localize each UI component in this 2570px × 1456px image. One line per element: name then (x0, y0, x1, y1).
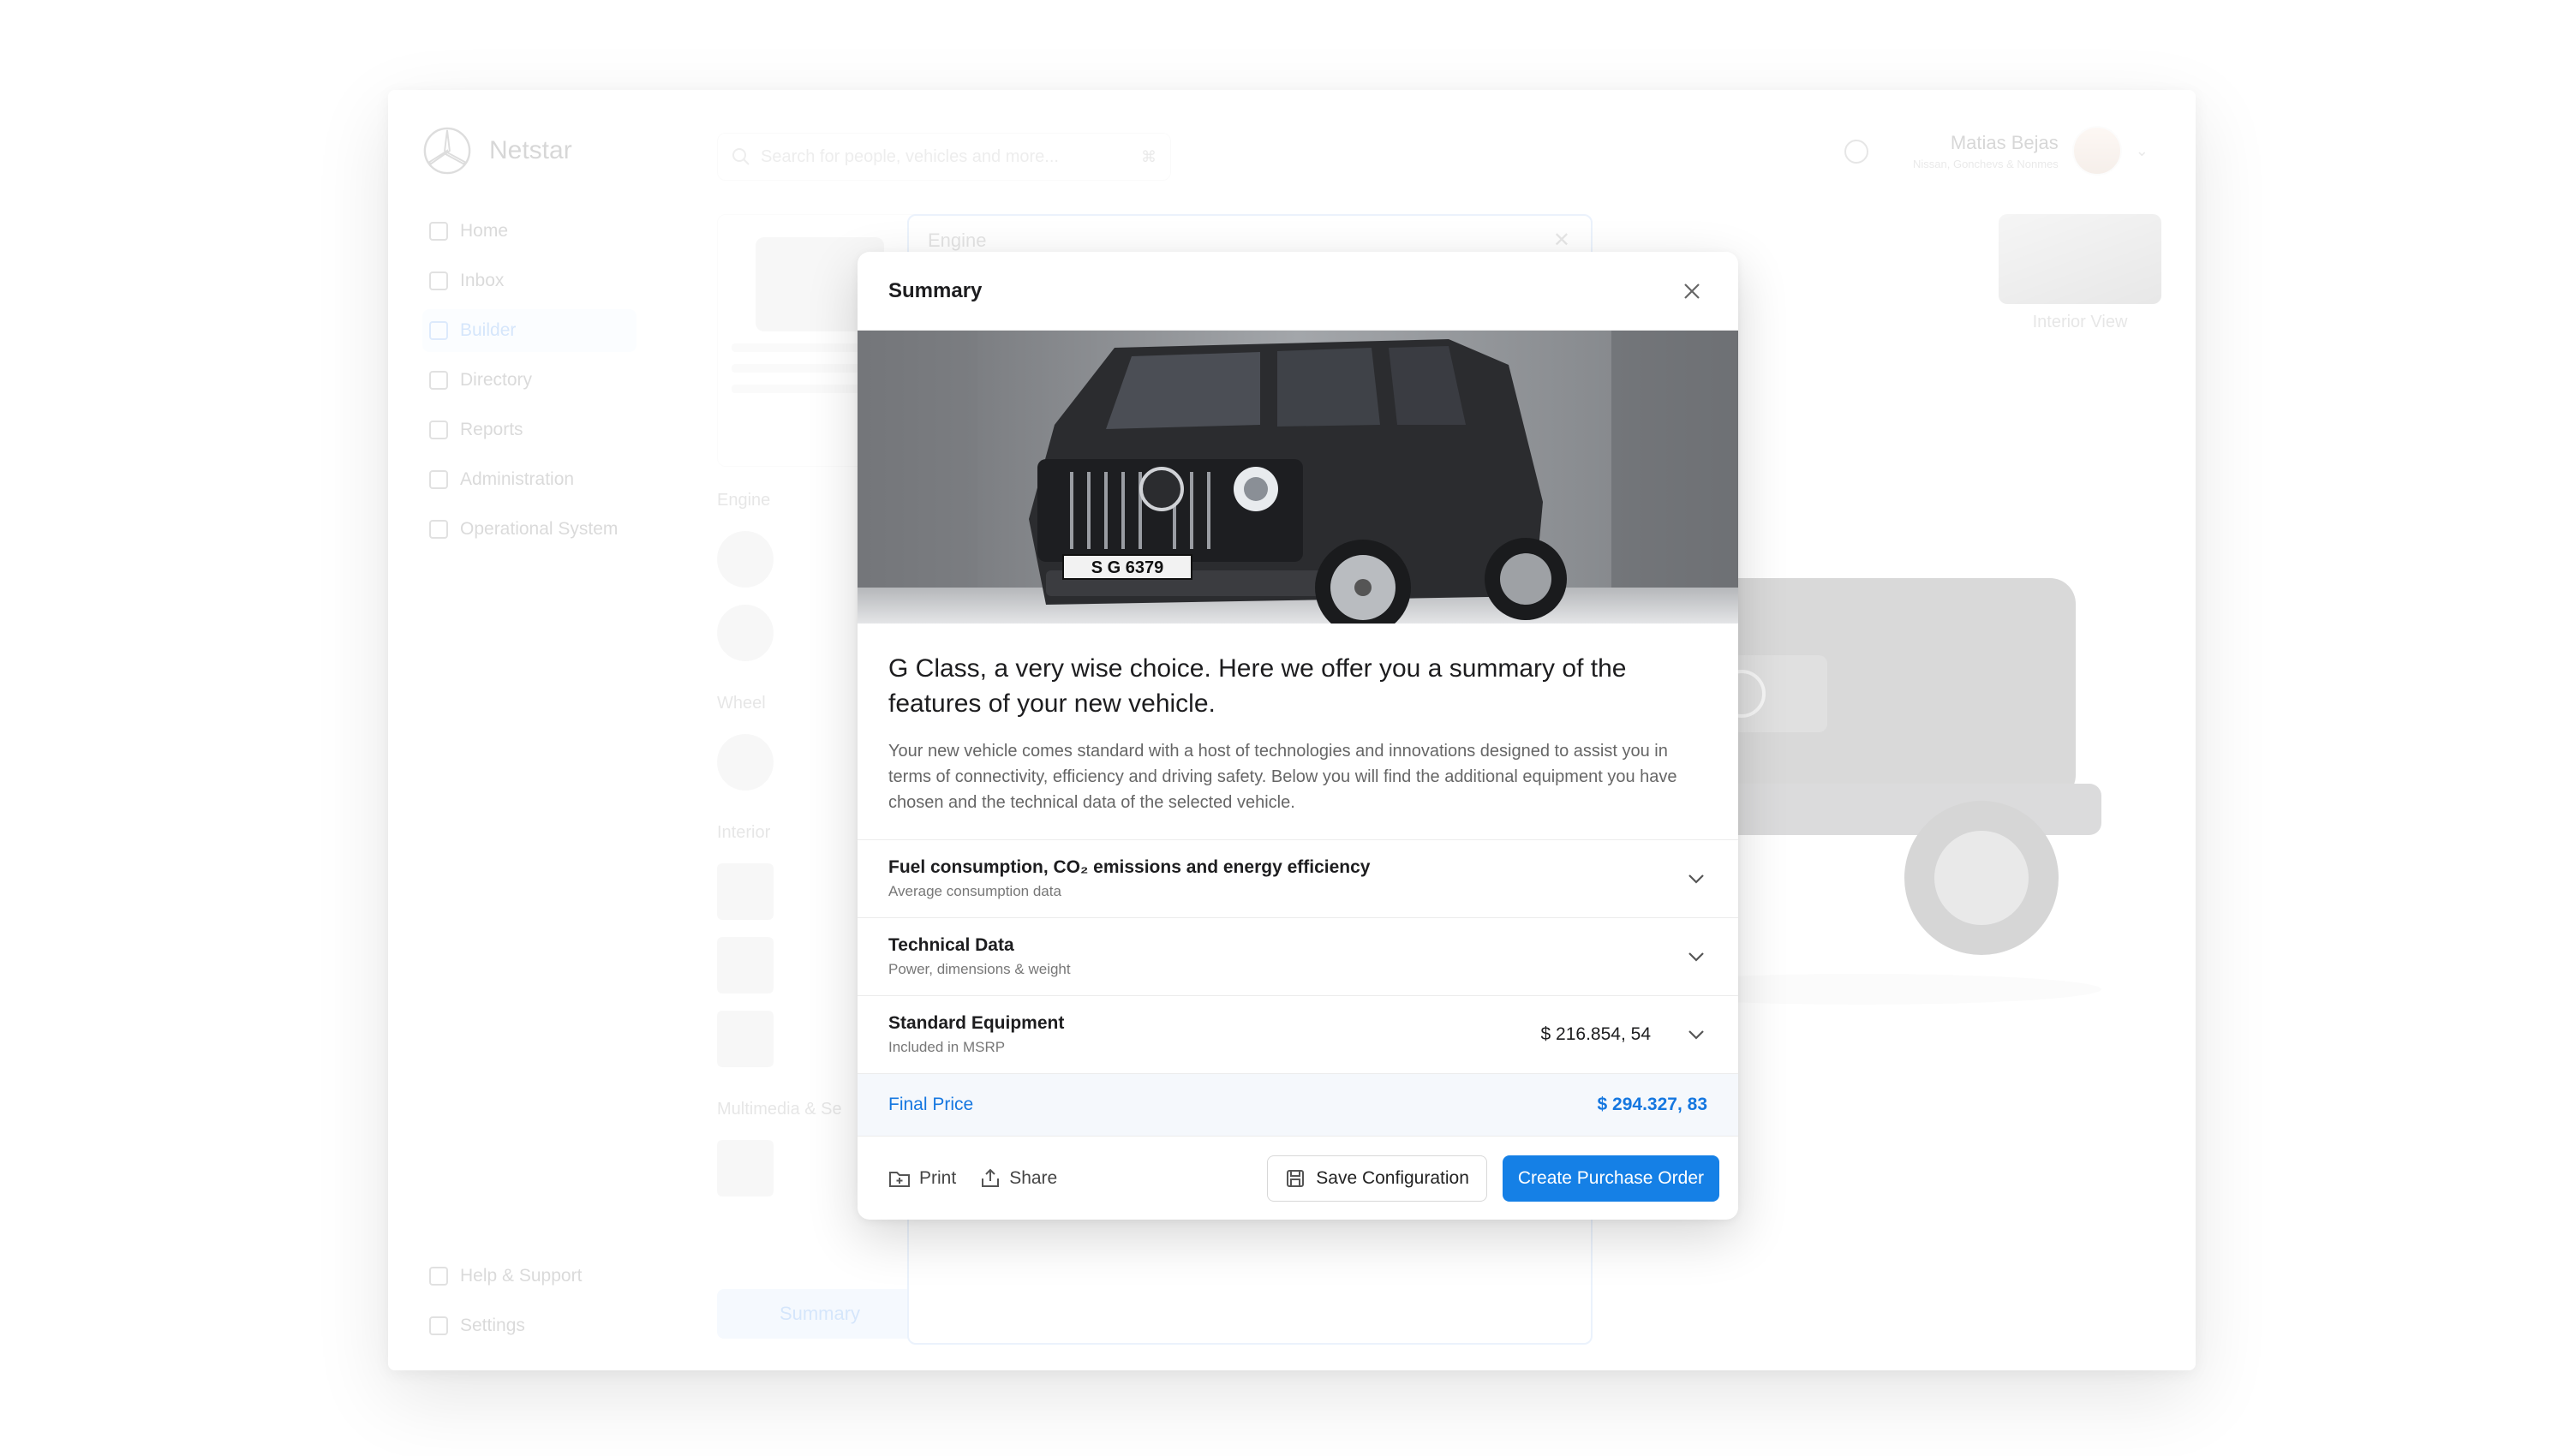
close-button[interactable] (1676, 276, 1707, 307)
final-price-label: Final Price (888, 1095, 974, 1114)
share-icon (982, 1168, 1000, 1187)
accordion-title: Standard Equipment (888, 1013, 1065, 1033)
sidebar-item-label: Operational System (460, 519, 619, 539)
summary-button[interactable]: Summary (717, 1289, 923, 1339)
license-plate: S G 6379 (1091, 558, 1164, 577)
interior-view-label: Interior View (2032, 313, 2128, 331)
sidebar-item-label: Help & Support (460, 1266, 583, 1286)
sidebar-item-settings[interactable]: Settings (422, 1304, 637, 1347)
search-icon (732, 148, 750, 165)
summary-intro: G Class, a very wise choice. Here we off… (858, 624, 1738, 840)
print-label: Print (919, 1168, 957, 1188)
interior-view-thumbnail[interactable] (1999, 214, 2161, 304)
help-icon (429, 1267, 448, 1286)
accordion-standard-equipment[interactable]: Standard Equipment Included in MSRP $ 21… (858, 996, 1738, 1074)
sidebar-item-operational-system[interactable]: Operational System (422, 508, 637, 551)
summary-heading: G Class, a very wise choice. Here we off… (888, 654, 1627, 718)
sidebar-item-inbox[interactable]: Inbox (422, 260, 637, 302)
accordion-fuel-consumption[interactable]: Fuel consumption, CO₂ emissions and ener… (858, 840, 1738, 918)
chevron-down-icon[interactable] (1685, 868, 1707, 890)
sidebar-item-administration[interactable]: Administration (422, 458, 637, 501)
save-icon (1287, 1170, 1305, 1187)
sidebar-item-builder[interactable]: Builder (422, 309, 637, 352)
save-configuration-button[interactable]: Save Configuration (1267, 1155, 1487, 1202)
sidebar-item-directory[interactable]: Directory (422, 359, 637, 402)
accordion-technical-data[interactable]: Technical Data Power, dimensions & weigh… (858, 918, 1738, 996)
share-label: Share (1009, 1168, 1058, 1188)
modal-title: Summary (888, 278, 983, 302)
engine-panel-title: Engine (928, 230, 987, 251)
sidebar-item-label: Home (460, 221, 509, 241)
sidebar-item-label: Inbox (460, 271, 505, 290)
final-price-row: Final Price $ 294.327, 83 (858, 1074, 1738, 1137)
app-logo[interactable]: Netstar (422, 126, 572, 176)
final-price-value: $ 294.327, 83 (1597, 1095, 1707, 1114)
pin-icon (429, 520, 448, 539)
folder-icon (889, 1172, 910, 1187)
save-configuration-label: Save Configuration (1316, 1168, 1469, 1188)
close-icon[interactable]: ✕ (1553, 228, 1570, 253)
search-shortcut: ⌘ (1141, 147, 1156, 165)
chevron-down-icon[interactable] (1685, 946, 1707, 968)
search-placeholder: Search for people, vehicles and more... (761, 146, 1059, 166)
print-button[interactable]: Print (888, 1168, 956, 1189)
chevron-down-icon: ⌄ (2135, 141, 2149, 159)
sidebar-item-label: Administration (460, 469, 575, 489)
vehicle-hero-image: S G 6379 (858, 331, 1738, 624)
search-input[interactable]: Search for people, vehicles and more... … (717, 133, 1171, 181)
gear-icon (429, 1316, 448, 1335)
accordion-subtitle: Included in MSRP (888, 1039, 1006, 1055)
reports-icon (429, 421, 448, 439)
sidebar-item-label: Settings (460, 1316, 525, 1335)
sidebar-item-label: Directory (460, 370, 533, 390)
user-name: Matias Bejas (1950, 131, 2059, 153)
chevron-down-icon[interactable] (1685, 1023, 1707, 1046)
accordion-subtitle: Average consumption data (888, 883, 1061, 899)
summary-description: Your new vehicle comes standard with a h… (888, 742, 1677, 812)
mercedes-star-icon (423, 127, 471, 175)
accordion-title: Technical Data (888, 935, 1014, 955)
user-role: Nissan, Gonchevs & Nonmes (1913, 157, 2059, 170)
home-icon (429, 222, 448, 241)
sidebar-bottom-nav: Help & Support Settings (422, 1255, 637, 1354)
sidebar-item-help[interactable]: Help & Support (422, 1255, 637, 1298)
app-name: Netstar (489, 136, 572, 164)
inbox-icon (429, 272, 448, 290)
summary-modal: Summary S G 6379 G Class, a very wise ch… (858, 252, 1738, 1220)
accordion-subtitle: Power, dimensions & weight (888, 961, 1071, 977)
sidebar-nav: Home Inbox Builder Directory Reports Adm… (422, 210, 637, 558)
user-menu[interactable]: Matias Bejas Nissan, Gonchevs & Nonmes ⌄ (1913, 126, 2149, 176)
close-icon (1684, 283, 1700, 299)
directory-icon (429, 371, 448, 390)
sidebar-item-home[interactable]: Home (422, 210, 637, 253)
avatar (2071, 126, 2122, 176)
notification-icon[interactable] (1844, 140, 1868, 164)
user-icon (429, 470, 448, 489)
standard-equipment-price: $ 216.854, 54 (1540, 1024, 1651, 1044)
sidebar-item-label: Reports (460, 420, 523, 439)
accordion-title: Fuel consumption, CO₂ emissions and ener… (888, 857, 1371, 877)
builder-icon (429, 321, 448, 340)
modal-header: Summary (858, 252, 1738, 331)
sidebar-item-reports[interactable]: Reports (422, 409, 637, 451)
sidebar-item-label: Builder (460, 320, 517, 340)
share-button[interactable]: Share (980, 1168, 1057, 1189)
modal-footer: Print Share Save Configuration Create Pu… (858, 1137, 1738, 1220)
create-purchase-order-button[interactable]: Create Purchase Order (1502, 1155, 1719, 1202)
